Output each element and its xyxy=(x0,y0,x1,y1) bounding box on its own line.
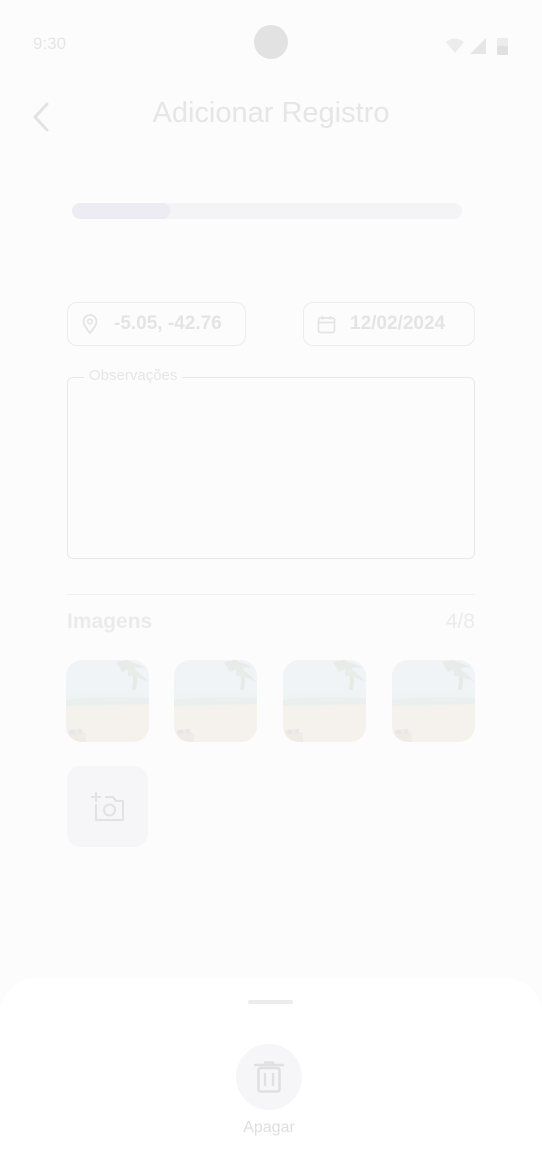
location-chip[interactable]: -5.05, -42.76 xyxy=(67,302,246,346)
notes-label: Observações xyxy=(84,367,183,384)
progress-bar xyxy=(72,203,462,219)
add-photo-button[interactable] xyxy=(67,766,148,847)
status-icons xyxy=(444,36,510,56)
trash-icon xyxy=(254,1061,284,1093)
calendar-icon xyxy=(316,313,336,335)
signal-icon xyxy=(470,38,486,54)
page-title: Adicionar Registro xyxy=(152,97,390,129)
delete-button[interactable] xyxy=(236,1044,302,1110)
location-value: -5.05, -42.76 xyxy=(114,313,222,334)
date-chip[interactable]: 12/02/2024 xyxy=(303,302,475,346)
status-time: 9:30 xyxy=(33,34,67,53)
add-camera-icon xyxy=(90,791,124,821)
images-title: Imagens xyxy=(67,610,153,633)
divider xyxy=(67,594,475,595)
bottom-sheet: Apagar xyxy=(0,978,542,1173)
wifi-icon xyxy=(446,38,464,53)
sheet-drag-handle[interactable] xyxy=(248,1000,293,1004)
map-pin-icon xyxy=(80,313,100,335)
image-thumbnail[interactable] xyxy=(283,660,366,742)
delete-label: Apagar xyxy=(243,1119,295,1136)
notes-textarea[interactable] xyxy=(67,377,475,559)
battery-icon xyxy=(497,38,508,55)
image-thumbnail[interactable] xyxy=(66,660,149,742)
screen: 9:30 Adicionar Registro -5.05, -42.76 12… xyxy=(0,0,542,1173)
progress-fill xyxy=(72,203,170,219)
image-thumbnail[interactable] xyxy=(174,660,257,742)
front-camera xyxy=(254,25,288,59)
images-count: 4/8 xyxy=(445,610,475,633)
date-value: 12/02/2024 xyxy=(350,313,446,334)
image-thumbnail[interactable] xyxy=(392,660,475,742)
